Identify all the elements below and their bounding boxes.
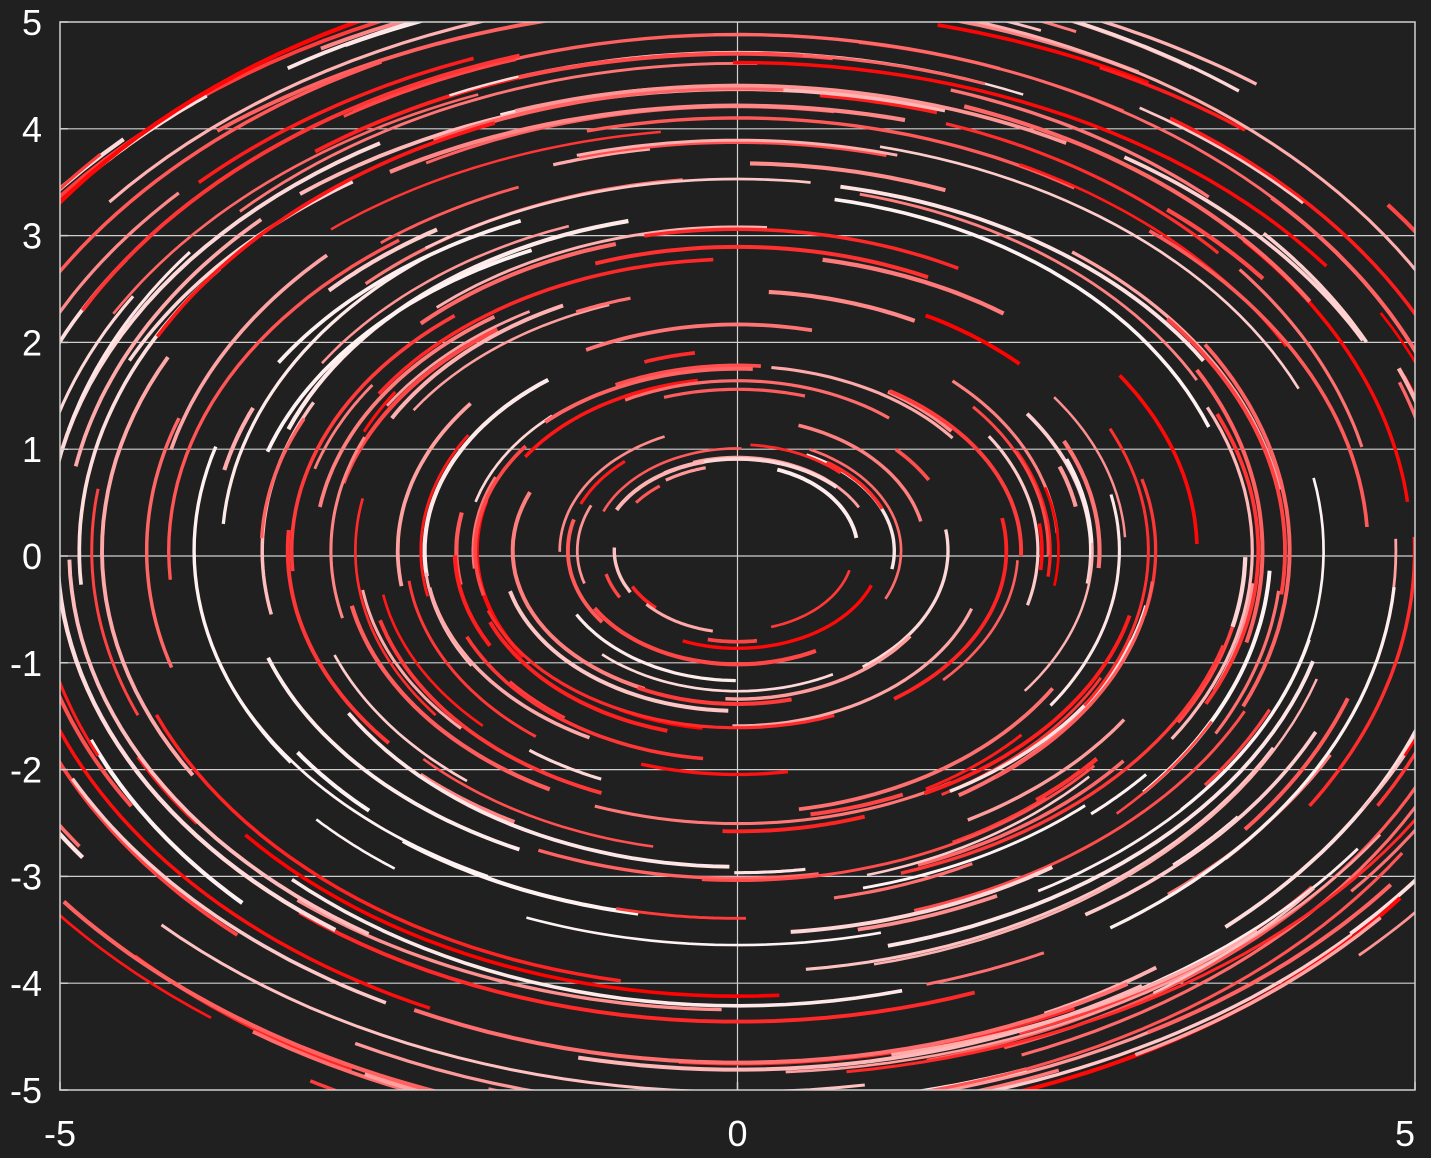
x-tick-label: 0 [727, 1113, 747, 1153]
y-tick-label: -2 [10, 750, 42, 791]
x-tick-label: -5 [44, 1113, 76, 1153]
mask-bottom [0, 1090, 1431, 1153]
y-tick-label: 2 [22, 322, 42, 363]
y-tick-label: 5 [22, 2, 42, 43]
chart-root: -5 0 5 5 4 3 2 1 0 -1 -2 -3 -4 -5 [0, 0, 1431, 1153]
flow-arc [708, 640, 757, 642]
y-tick-label: -3 [10, 856, 42, 897]
y-tick-label: 4 [22, 109, 42, 150]
y-tick-label: 3 [22, 216, 42, 257]
y-tick-label: -1 [10, 643, 42, 684]
y-tick-label: 0 [22, 536, 42, 577]
x-tick-label: 5 [1395, 1113, 1415, 1153]
mask-top [0, 0, 1431, 22]
y-tick-label: -5 [10, 1070, 42, 1111]
mask-right [1415, 0, 1431, 1153]
flow-chart: -5 0 5 5 4 3 2 1 0 -1 -2 -3 -4 -5 [0, 0, 1431, 1153]
y-tick-label: 1 [22, 429, 42, 470]
y-tick-label: -4 [10, 963, 42, 1004]
